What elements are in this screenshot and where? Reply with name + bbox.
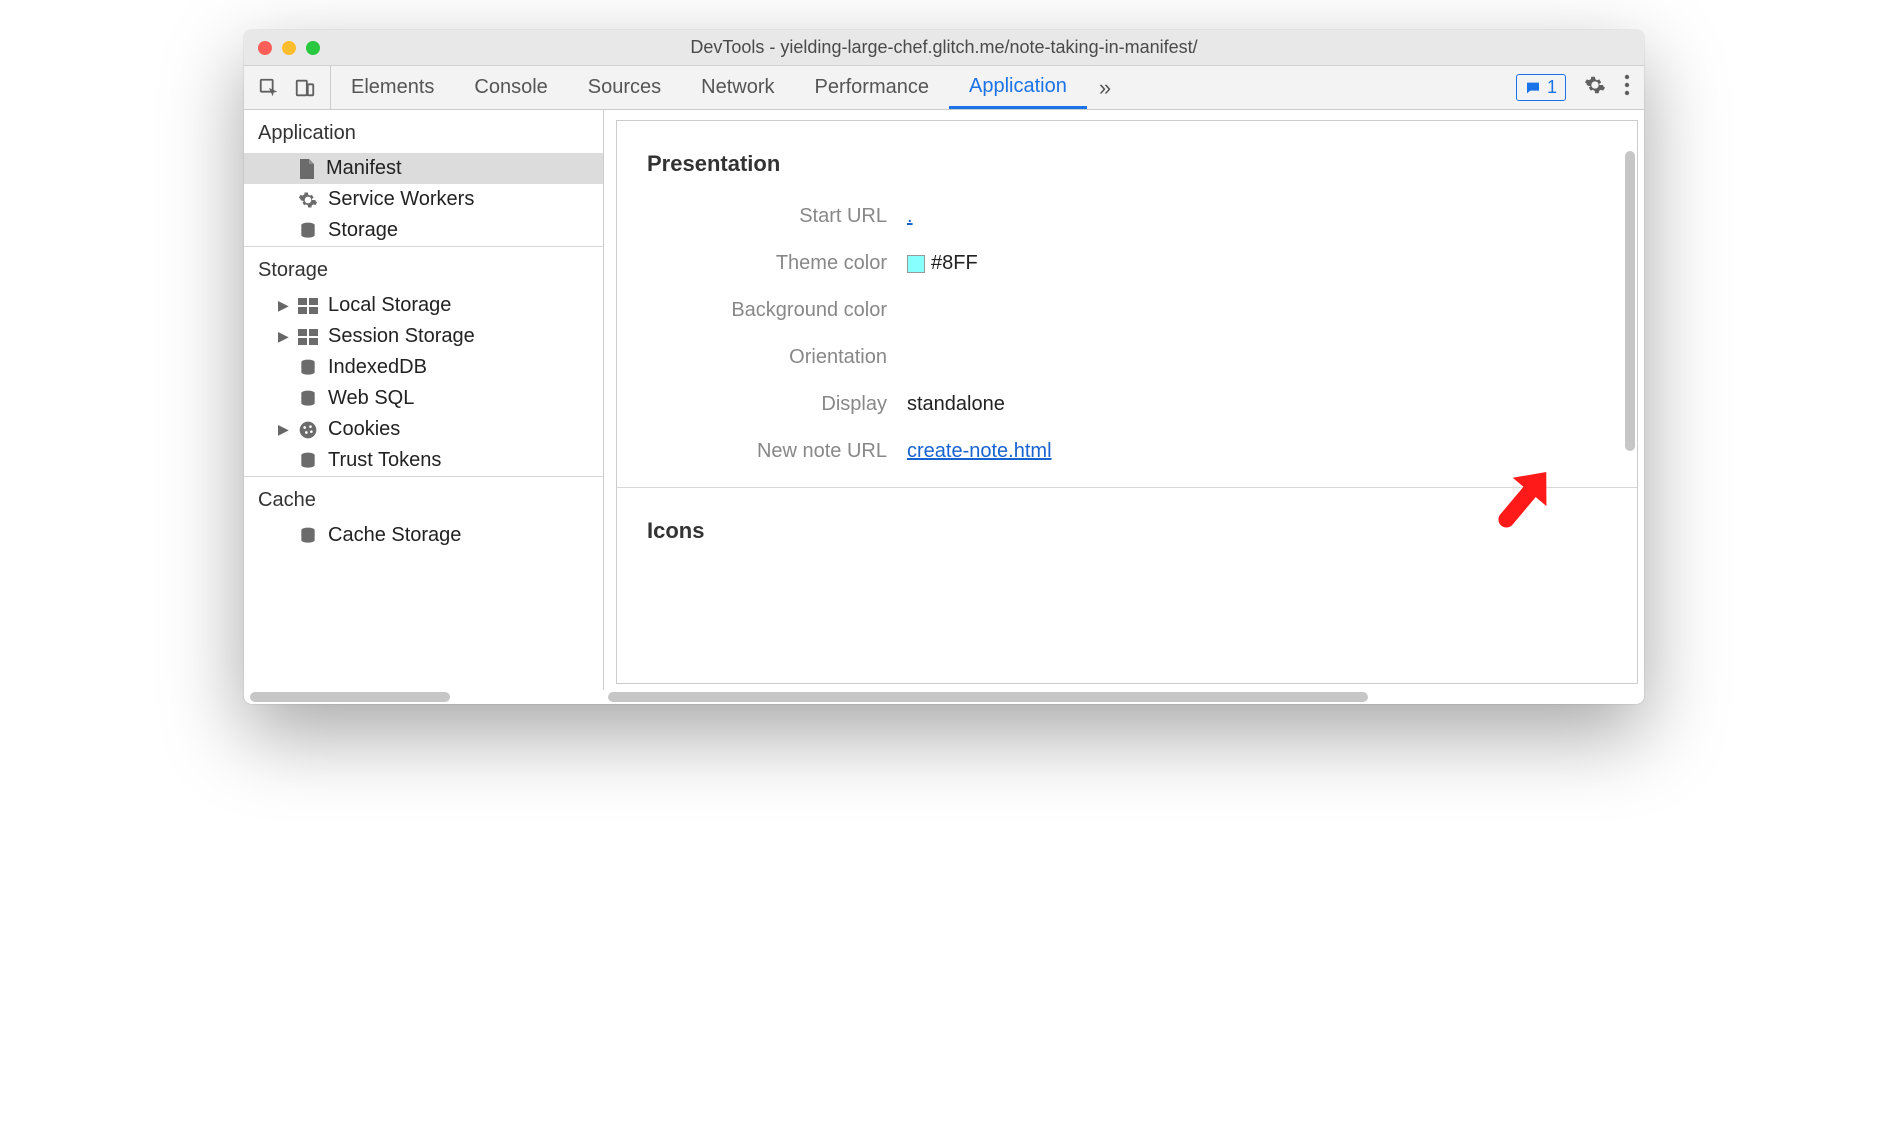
tab-sources[interactable]: Sources (568, 66, 681, 109)
main-hscroll[interactable] (608, 692, 1368, 702)
row-start-url: Start URL . (617, 193, 1637, 240)
devtools-tabbar: Elements Console Sources Network Perform… (244, 66, 1644, 110)
menu-icon[interactable] (1624, 74, 1630, 102)
gear-icon (298, 190, 318, 210)
issues-badge[interactable]: 1 (1516, 74, 1566, 101)
sidebar-item-indexeddb[interactable]: ▶ IndexedDB (244, 352, 603, 383)
sidebar-section-storage: Storage (244, 247, 603, 290)
row-background-color: Background color (617, 287, 1637, 334)
new-note-url-link[interactable]: create-note.html (907, 440, 1052, 463)
application-sidebar: Application ▶ Manifest ▶ Service Workers… (244, 110, 604, 690)
window-title: DevTools - yielding-large-chef.glitch.me… (244, 37, 1644, 58)
settings-icon[interactable] (1584, 74, 1606, 102)
inspect-element-icon[interactable] (258, 77, 280, 99)
section-presentation-title: Presentation (617, 121, 1637, 193)
theme-color-value: #8FF (931, 252, 978, 274)
vertical-scrollbar[interactable] (1625, 151, 1635, 451)
grid-icon (298, 329, 318, 345)
db-icon (298, 526, 318, 546)
tab-console[interactable]: Console (454, 66, 567, 109)
sidebar-hscroll[interactable] (250, 692, 450, 702)
device-toolbar-icon[interactable] (294, 77, 316, 99)
titlebar: DevTools - yielding-large-chef.glitch.me… (244, 30, 1644, 66)
sidebar-section-cache: Cache (244, 477, 603, 520)
tab-elements[interactable]: Elements (331, 66, 454, 109)
close-window-button[interactable] (258, 41, 272, 55)
display-value: standalone (907, 393, 1005, 416)
tab-performance[interactable]: Performance (795, 66, 950, 109)
theme-color-swatch (907, 255, 925, 273)
issues-count: 1 (1547, 77, 1557, 98)
sidebar-item-storage[interactable]: ▶ Storage (244, 215, 603, 246)
file-icon (298, 159, 316, 179)
tab-application[interactable]: Application (949, 66, 1087, 109)
sidebar-item-local-storage[interactable]: ▶ Local Storage (244, 290, 603, 321)
sidebar-item-web-sql[interactable]: ▶ Web SQL (244, 383, 603, 414)
zoom-window-button[interactable] (306, 41, 320, 55)
sidebar-item-manifest[interactable]: ▶ Manifest (244, 153, 603, 184)
start-url-link[interactable]: . (907, 205, 913, 228)
devtools-window: DevTools - yielding-large-chef.glitch.me… (244, 30, 1644, 704)
window-controls (258, 41, 320, 55)
db-icon (298, 358, 318, 378)
db-icon (298, 389, 318, 409)
sidebar-section-application: Application (244, 110, 603, 153)
section-icons-title: Icons (617, 488, 1637, 560)
minimize-window-button[interactable] (282, 41, 296, 55)
grid-icon (298, 298, 318, 314)
row-display: Display standalone (617, 381, 1637, 428)
db-icon (298, 221, 318, 241)
sidebar-item-cookies[interactable]: ▶ Cookies (244, 414, 603, 445)
tab-network[interactable]: Network (681, 66, 794, 109)
sidebar-item-session-storage[interactable]: ▶ Session Storage (244, 321, 603, 352)
manifest-panel: Presentation Start URL . Theme color #8F… (604, 110, 1644, 690)
row-orientation: Orientation (617, 334, 1637, 381)
row-new-note-url: New note URL create-note.html (617, 428, 1637, 475)
cookie-icon (298, 420, 318, 440)
row-theme-color: Theme color #8FF (617, 240, 1637, 287)
sidebar-item-cache-storage[interactable]: ▶ Cache Storage (244, 520, 603, 551)
more-tabs-button[interactable]: » (1087, 66, 1123, 109)
db-icon (298, 451, 318, 471)
sidebar-item-trust-tokens[interactable]: ▶ Trust Tokens (244, 445, 603, 476)
sidebar-item-service-workers[interactable]: ▶ Service Workers (244, 184, 603, 215)
